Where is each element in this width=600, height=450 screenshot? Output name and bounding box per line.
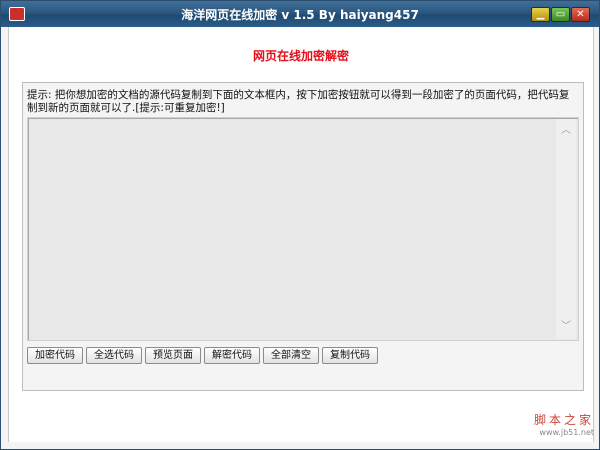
close-icon: ✕ — [576, 9, 585, 20]
maximize-button[interactable]: ▭ — [551, 7, 570, 22]
client-area: 网页在线加密解密 提示: 把你想加密的文档的源代码复制到下面的文本框内，按下加密… — [8, 27, 594, 442]
watermark-logo: 脚本之家 www.jb51.net — [519, 411, 594, 443]
watermark-title: 脚本之家 — [533, 413, 594, 427]
watermark-url: www.jb51.net — [539, 428, 594, 437]
window-title: 海洋网页在线加密 v 1.5 By haiyang457 — [181, 8, 419, 22]
minimize-icon: ▁ — [536, 9, 545, 20]
decrypt-button[interactable]: 解密代码 — [204, 347, 260, 364]
select-all-button[interactable]: 全选代码 — [86, 347, 142, 364]
textarea-scrollbar[interactable]: ︿ ﹀ — [556, 119, 576, 339]
editor-panel: 提示: 把你想加密的文档的源代码复制到下面的文本框内，按下加密按钮就可以得到一段… — [22, 82, 584, 391]
maximize-icon: ▭ — [555, 9, 566, 20]
scroll-up-arrow-icon[interactable]: ︿ — [556, 123, 576, 139]
encrypt-button[interactable]: 加密代码 — [27, 347, 83, 364]
close-button[interactable]: ✕ — [571, 7, 590, 22]
source-code-textarea[interactable] — [27, 117, 579, 341]
minimize-button[interactable]: ▁ — [531, 7, 550, 22]
app-window: 海洋网页在线加密 v 1.5 By haiyang457 ▁ ▭ ✕ 网页在线加… — [0, 0, 600, 450]
preview-button[interactable]: 预览页面 — [145, 347, 201, 364]
page-heading: 网页在线加密解密 — [252, 49, 349, 63]
clear-all-button[interactable]: 全部清空 — [263, 347, 319, 364]
hint-text: 提示: 把你想加密的文档的源代码复制到下面的文本框内，按下加密按钮就可以得到一段… — [27, 89, 570, 114]
action-toolbar: 加密代码 全选代码 预览页面 解密代码 全部清空 复制代码 — [27, 347, 378, 365]
scroll-down-arrow-icon[interactable]: ﹀ — [556, 319, 576, 335]
copy-button[interactable]: 复制代码 — [322, 347, 378, 364]
title-bar[interactable]: 海洋网页在线加密 v 1.5 By haiyang457 ▁ ▭ ✕ — [1, 1, 599, 27]
